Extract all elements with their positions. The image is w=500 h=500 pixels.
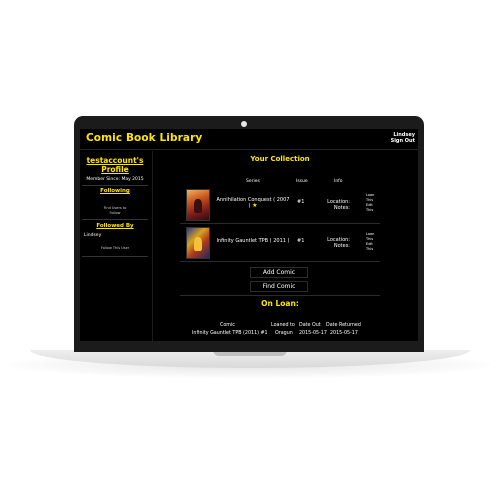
- main-content: Your Collection Series Issue Info Annihi…: [154, 151, 418, 341]
- following-heading: Following: [100, 188, 130, 194]
- loan-this-link[interactable]: Loan This: [366, 232, 374, 241]
- follow-user-link[interactable]: Follow This User: [80, 246, 150, 250]
- date-out-header: Date Out: [299, 323, 321, 328]
- issue-number: #1: [297, 238, 305, 244]
- find-comic-button[interactable]: Find Comic: [250, 281, 308, 292]
- profile-sidebar: testaccount's Profile Member Since: May …: [80, 151, 150, 261]
- date-returned-header: Date Returned: [326, 323, 361, 328]
- add-comic-button[interactable]: Add Comic: [250, 267, 308, 278]
- loan-comic-title[interactable]: Infinity Gauntlet TPB (2011) #1: [192, 331, 268, 336]
- section-divider: [180, 295, 380, 296]
- sign-out-link[interactable]: Sign Out: [391, 138, 415, 144]
- find-users-link[interactable]: Find Users to: [80, 206, 150, 210]
- date-out-value: 2015-05-17: [299, 331, 327, 336]
- profile-title-line2: Profile: [101, 165, 129, 174]
- date-returned-value: 2015-05-17: [330, 331, 358, 336]
- notes-label: Notes:: [333, 243, 350, 249]
- member-since: Member Since: May 2015: [86, 177, 144, 182]
- info-column-header: Info: [334, 179, 343, 184]
- follower-name[interactable]: Lindsey: [84, 233, 154, 238]
- find-users-link-line2[interactable]: Follow: [80, 211, 150, 215]
- column-divider: [152, 151, 153, 341]
- collection-title: Your Collection: [250, 155, 310, 163]
- comic-cover-image[interactable]: [186, 227, 210, 259]
- issue-column-header: Issue: [296, 179, 308, 184]
- on-loan-title: On Loan:: [261, 299, 299, 308]
- loaned-to-header: Loaned to: [271, 323, 295, 328]
- star-icon: ★: [252, 202, 258, 209]
- issue-number: #1: [297, 199, 305, 205]
- followed-by-heading: Followed By: [96, 223, 134, 229]
- edit-this-link[interactable]: Edit This: [366, 242, 373, 251]
- comic-cover-image[interactable]: [186, 189, 210, 221]
- loan-this-link[interactable]: Loan This: [366, 193, 374, 202]
- series-name[interactable]: Infinity Gauntlet TPB ( 2011 ): [214, 238, 292, 244]
- series-column-header: Series: [246, 179, 260, 184]
- loaned-to-name: Oragun: [275, 331, 293, 336]
- profile-title: testaccount's: [86, 156, 144, 165]
- row-divider: [180, 261, 380, 262]
- user-menu: Lindsey Sign Out: [391, 132, 415, 144]
- row-divider: [180, 223, 380, 224]
- loan-comic-header: Comic: [220, 323, 235, 328]
- app-title[interactable]: Comic Book Library: [86, 132, 202, 144]
- divider: [82, 185, 148, 186]
- divider: [82, 219, 148, 220]
- top-navbar: Comic Book Library Lindsey Sign Out: [80, 129, 418, 150]
- webcam-icon: [241, 121, 247, 127]
- notes-label: Notes:: [333, 205, 350, 211]
- series-name[interactable]: Annihilation Conquest ( 2007 ) ★: [214, 197, 292, 209]
- screen: Comic Book Library Lindsey Sign Out test…: [80, 129, 418, 341]
- divider: [82, 256, 148, 257]
- edit-this-link[interactable]: Edit This: [366, 203, 373, 212]
